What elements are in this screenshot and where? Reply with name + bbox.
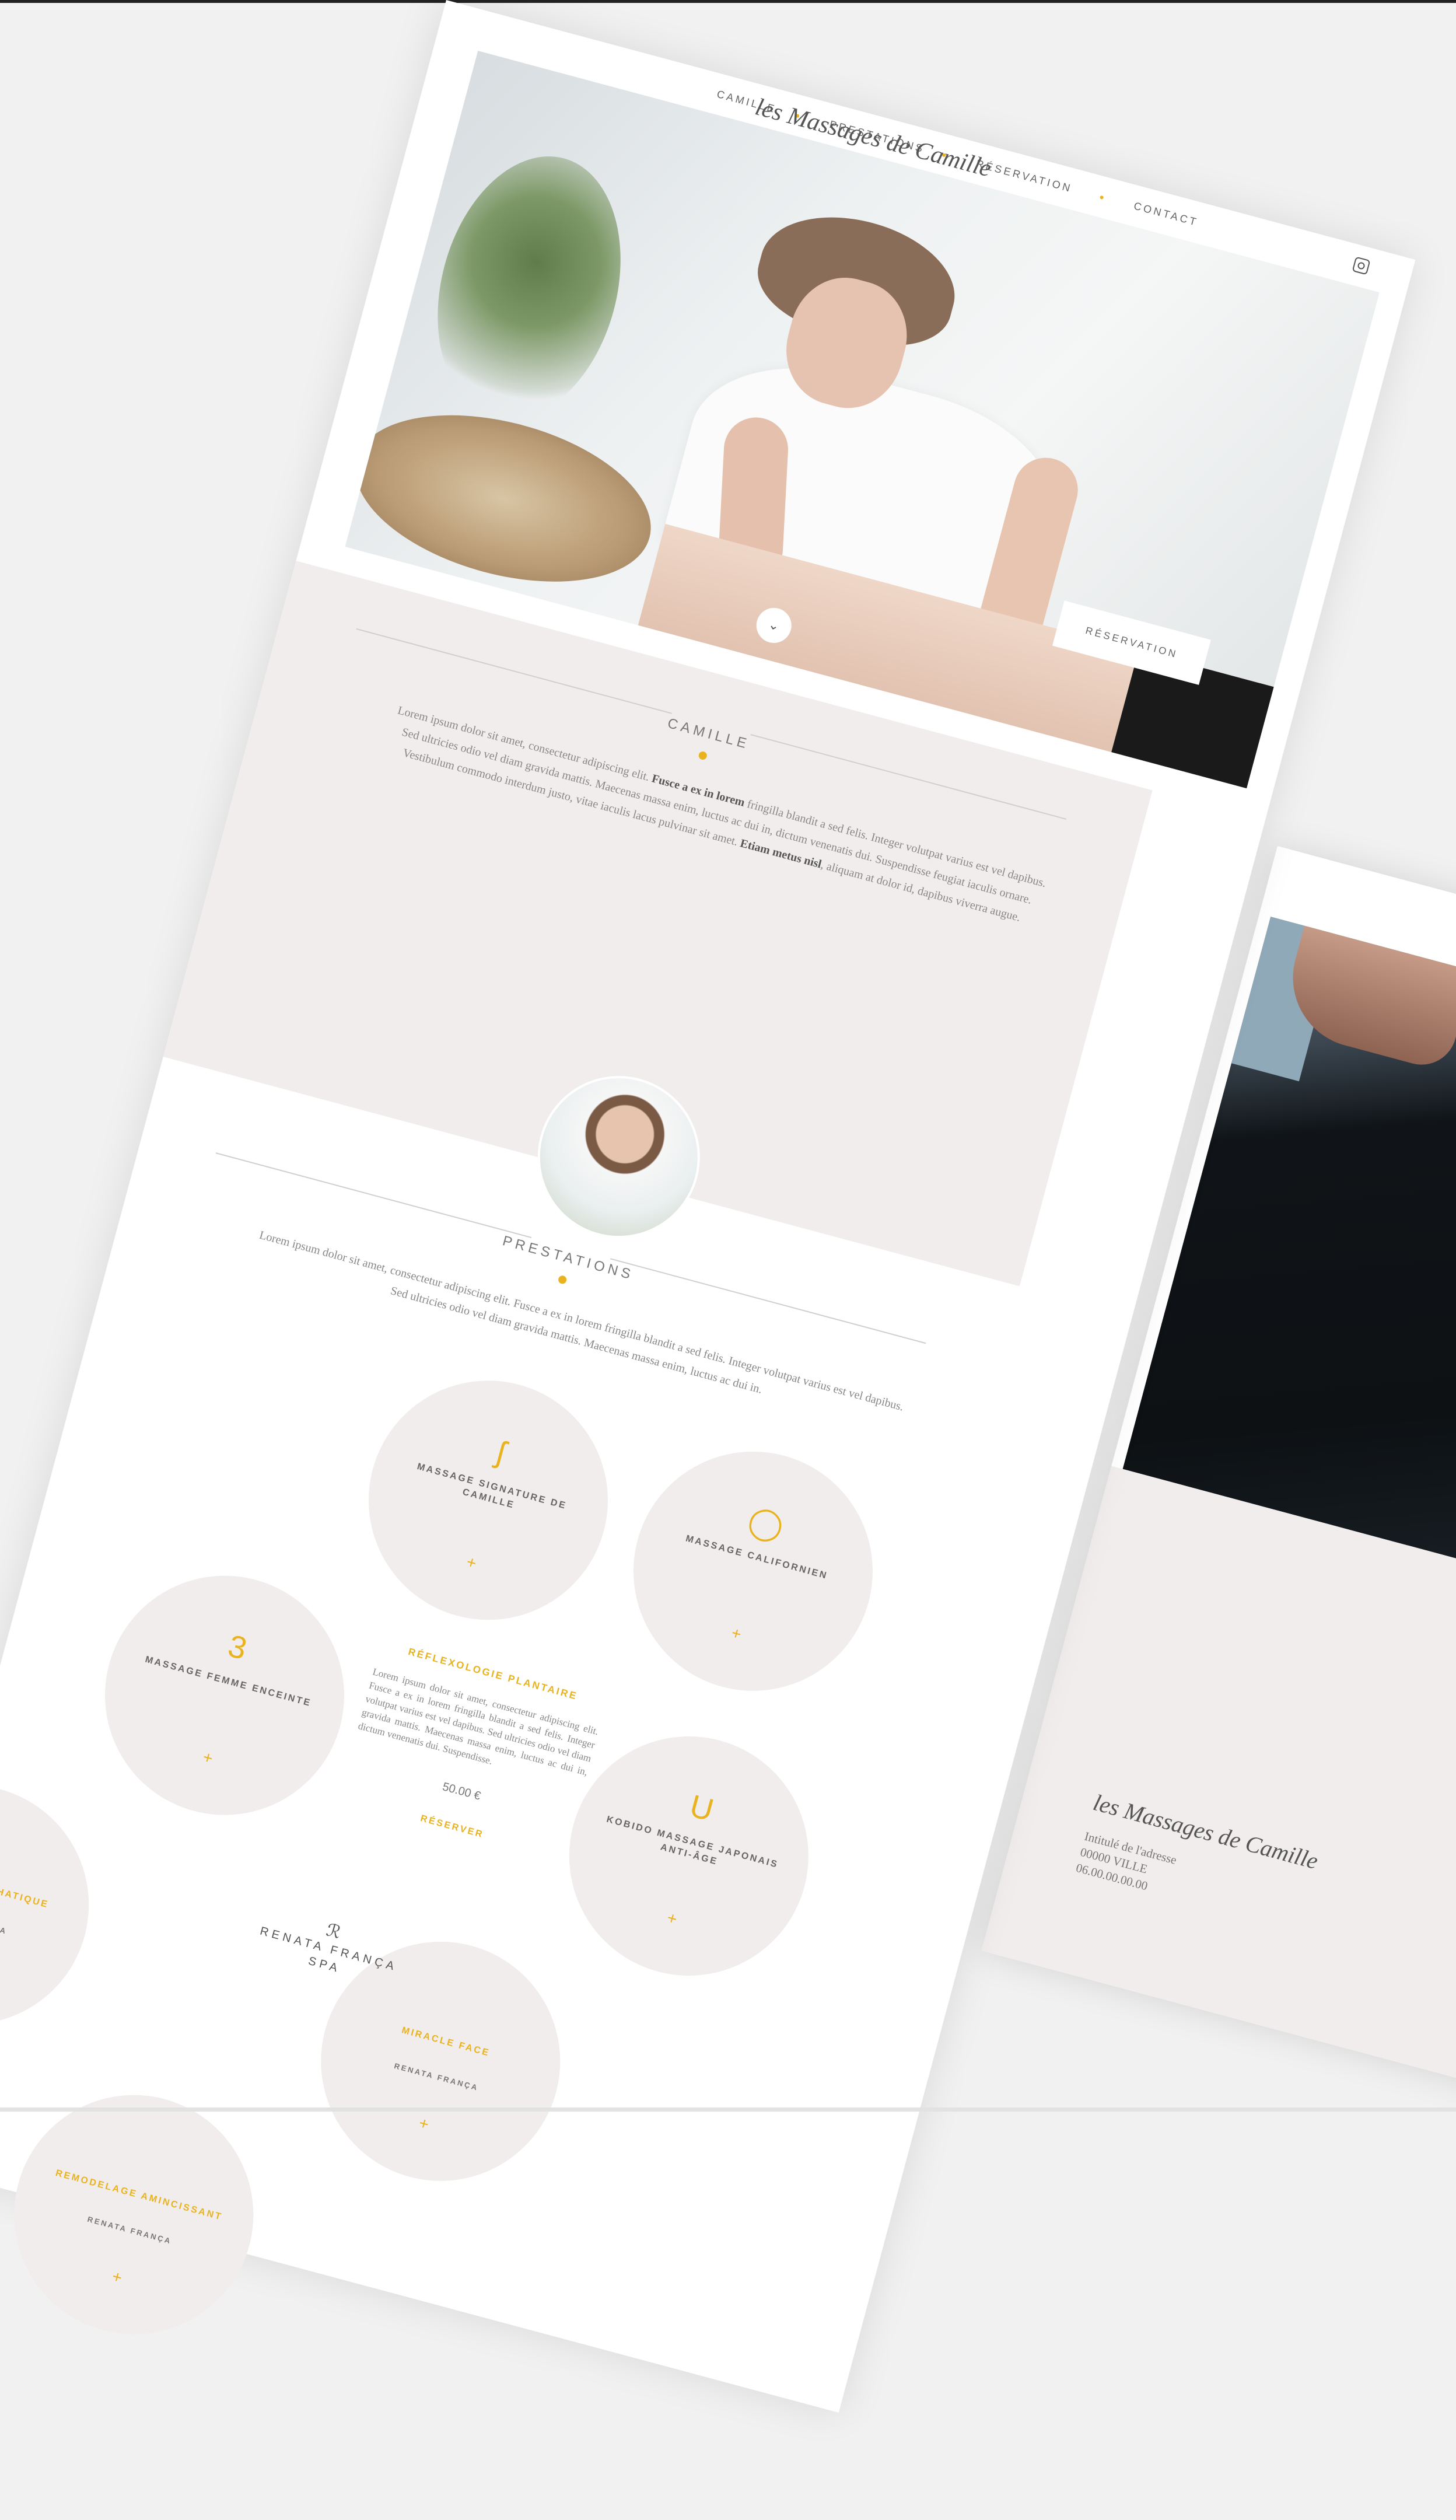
plus-icon[interactable]: + (554, 1879, 790, 1959)
plus-icon[interactable]: + (90, 1718, 326, 1798)
plus-icon[interactable]: + (618, 1594, 854, 1674)
top-edge (0, 0, 1456, 3)
instagram-icon[interactable] (1352, 256, 1371, 275)
book-button[interactable]: RÉSERVER (338, 1792, 566, 1862)
service-drainage-lymphatique[interactable]: DRAINAGE LYMPHATIQUE RENATA FRANÇA + (0, 1758, 116, 2051)
accent-dot (557, 1274, 568, 1285)
nav-dot (1100, 195, 1104, 200)
service-remodelage-amincissant[interactable]: REMODELAGE AMINCISSANT RENATA FRANÇA + (0, 2068, 281, 2361)
footer-address: Intitulé de l'adresse 00000 VILLE 06.00.… (1074, 1828, 1179, 1900)
service-massage-californien[interactable]: ◯ MASSAGE CALIFORNIEN + (606, 1424, 900, 1718)
renata-franca-logo: ℛ RENATA FRANÇA SPA (238, 1899, 421, 1996)
bottom-edge (0, 2107, 1456, 2112)
service-massage-femme-enceinte[interactable]: 3 MASSAGE FEMME ENCEINTE + (78, 1549, 372, 1842)
plus-icon[interactable]: + (354, 1523, 589, 1603)
service-massage-signature[interactable]: ʃ MASSAGE SIGNATURE DE CAMILLE + (341, 1354, 635, 1647)
service-name: DRAINAGE LYMPHATIQUE (0, 1861, 50, 1910)
service-detail: RÉFLEXOLOGIE PLANTAIRE Lorem ipsum dolor… (338, 1638, 607, 1862)
nav-contact[interactable]: CONTACT (1132, 200, 1199, 229)
